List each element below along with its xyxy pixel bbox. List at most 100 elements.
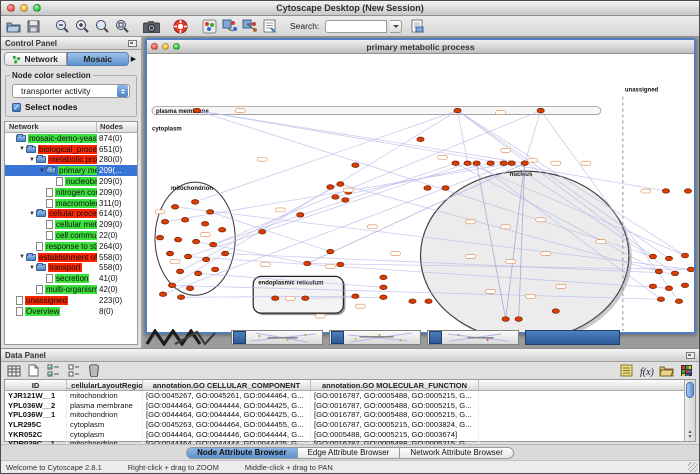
- node-label-pill[interactable]: [170, 260, 180, 264]
- graph-node[interactable]: [442, 186, 449, 191]
- node-label-pill[interactable]: [551, 161, 561, 165]
- table-row[interactable]: YPL036W__1mitochondrion[GO:0044464, GO:0…: [5, 410, 684, 420]
- tree-row-overview[interactable]: Overview8(0): [5, 306, 137, 317]
- node-label-pill[interactable]: [343, 188, 353, 192]
- graph-node[interactable]: [424, 186, 431, 191]
- graph-node[interactable]: [184, 254, 191, 259]
- tree-row-biological-process[interactable]: ▼biological_process651(0): [5, 144, 137, 155]
- graph-node[interactable]: [181, 218, 188, 223]
- nucleus-region[interactable]: [421, 171, 629, 332]
- float-panel-icon[interactable]: [128, 40, 137, 47]
- graph-node[interactable]: [207, 210, 214, 215]
- disclosure-triangle[interactable]: ▼: [38, 168, 46, 174]
- graph-node[interactable]: [352, 294, 359, 299]
- open-folder-icon[interactable]: [5, 18, 22, 35]
- table-row[interactable]: YPL036W__2plasma membrane[GO:0044464, GO…: [5, 401, 684, 411]
- node-label-pill[interactable]: [367, 225, 377, 229]
- zoom-selected-icon[interactable]: [94, 18, 111, 35]
- node-label-pill[interactable]: [501, 225, 511, 229]
- graph-node[interactable]: [171, 205, 178, 210]
- matrix-icon[interactable]: [678, 362, 695, 379]
- graph-node[interactable]: [425, 299, 432, 304]
- node-label-pill[interactable]: [355, 304, 365, 308]
- graph-node[interactable]: [159, 292, 166, 297]
- graph-node[interactable]: [219, 227, 226, 232]
- node-color-dropdown[interactable]: transporter activity: [12, 84, 130, 98]
- select-attributes-icon[interactable]: [45, 362, 62, 379]
- graph-node[interactable]: [671, 271, 678, 276]
- unselect-attributes-icon[interactable]: [65, 362, 82, 379]
- table-row[interactable]: YLR295Ccytoplasm[GO:0045263, GO:0044464,…: [5, 420, 684, 430]
- graph-node[interactable]: [194, 271, 201, 276]
- graph-node[interactable]: [684, 189, 691, 194]
- zoom-in-icon[interactable]: [74, 18, 91, 35]
- disclosure-triangle[interactable]: ▼: [18, 146, 26, 152]
- tree-row-response-to-stimulu[interactable]: response to stimulu264(0): [5, 241, 137, 252]
- graph-node[interactable]: [665, 286, 672, 291]
- graph-node[interactable]: [193, 108, 200, 113]
- graph-node[interactable]: [380, 275, 387, 280]
- graph-node[interactable]: [452, 161, 459, 166]
- node-label-pill[interactable]: [390, 252, 400, 256]
- import-attributes-icon[interactable]: [658, 362, 675, 379]
- tree-row-nucleobase-[interactable]: nucleobase-209(0): [5, 176, 137, 187]
- graph-node[interactable]: [687, 267, 694, 272]
- graph-node[interactable]: [168, 283, 175, 288]
- minimized-network-window-selected[interactable]: [525, 330, 620, 345]
- tree-row-unassigned[interactable]: unassigned223(0): [5, 295, 137, 306]
- node-label-pill[interactable]: [486, 289, 496, 293]
- graph-node[interactable]: [464, 161, 471, 166]
- node-label-pill[interactable]: [536, 218, 546, 222]
- resize-grip[interactable]: [688, 462, 698, 472]
- zoom-out-icon[interactable]: [54, 18, 71, 35]
- help-icon[interactable]: [172, 18, 189, 35]
- graph-node[interactable]: [521, 161, 528, 166]
- graph-node[interactable]: [655, 269, 662, 274]
- graph-node[interactable]: [272, 296, 279, 301]
- node-label-pill[interactable]: [496, 111, 506, 115]
- graph-node[interactable]: [176, 269, 183, 274]
- scrollbar-thumb[interactable]: [686, 382, 694, 398]
- zoom-fit-icon[interactable]: [114, 18, 131, 35]
- node-label-pill[interactable]: [541, 252, 551, 256]
- tab-network-attribute-browser[interactable]: Network Attribute Browser: [400, 447, 513, 459]
- node-label-pill[interactable]: [257, 157, 267, 161]
- tab-node-attribute-browser[interactable]: Node Attribute Browser: [186, 447, 298, 459]
- graph-node[interactable]: [487, 161, 494, 166]
- node-label-pill[interactable]: [466, 220, 476, 224]
- disclosure-triangle[interactable]: ▼: [28, 265, 36, 271]
- graph-node[interactable]: [166, 251, 173, 256]
- new-attribute-icon[interactable]: [25, 362, 42, 379]
- tree-row-mosaic-demo-yeast[interactable]: mosaic-demo-yeast874(0): [5, 133, 137, 144]
- graph-node[interactable]: [502, 317, 509, 322]
- window-titlebar[interactable]: Cytoscape Desktop (New Session): [1, 1, 699, 16]
- graph-node[interactable]: [327, 249, 334, 254]
- node-label-pill[interactable]: [155, 210, 165, 214]
- graph-node[interactable]: [500, 161, 507, 166]
- node-label-pill[interactable]: [235, 109, 245, 113]
- tree-column-network[interactable]: Network: [5, 122, 97, 132]
- graph-node[interactable]: [174, 237, 181, 242]
- graph-node[interactable]: [191, 200, 198, 205]
- select-nodes-checkbox[interactable]: ✓: [12, 103, 21, 112]
- graph-node[interactable]: [681, 283, 688, 288]
- tab-edge-attribute-browser[interactable]: Edge Attribute Browser: [298, 447, 401, 459]
- tree-row-metabolic-process[interactable]: ▼metabolic process280(0): [5, 155, 137, 166]
- column-header-region[interactable]: _cellularLayoutRegion: [67, 380, 143, 390]
- graph-node[interactable]: [515, 317, 522, 322]
- graph-node[interactable]: [332, 195, 339, 200]
- node-label-pill[interactable]: [528, 158, 538, 162]
- node-label-pill[interactable]: [200, 233, 210, 237]
- mitochondrion-region[interactable]: [155, 182, 235, 295]
- background-window-fragment[interactable]: [145, 329, 225, 346]
- graph-node[interactable]: [210, 242, 217, 247]
- node-label-pill[interactable]: [466, 255, 476, 259]
- graph-edge[interactable]: [525, 111, 541, 164]
- save-icon[interactable]: [25, 18, 42, 35]
- graph-node[interactable]: [337, 262, 344, 267]
- tree-row-nitrogen-compo[interactable]: nitrogen compo209(0): [5, 187, 137, 198]
- disclosure-triangle[interactable]: ▼: [18, 254, 26, 260]
- graph-edge[interactable]: [195, 111, 457, 202]
- minimized-network-window[interactable]: [427, 330, 519, 345]
- graph-node[interactable]: [186, 286, 193, 291]
